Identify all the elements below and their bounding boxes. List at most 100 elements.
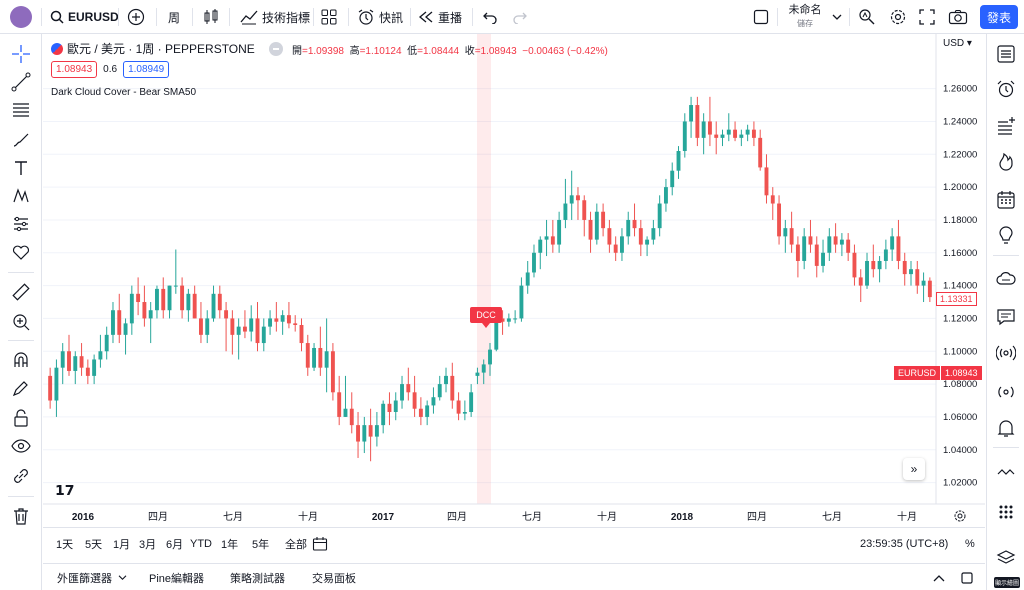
sell-button[interactable]: 1.08943: [51, 61, 98, 78]
candle: [98, 334, 103, 368]
user-avatar[interactable]: [10, 6, 32, 28]
symbol-search[interactable]: EURUSD: [50, 0, 119, 34]
tab-trading-panel[interactable]: 交易面板: [312, 564, 356, 590]
layout-menu-button[interactable]: [832, 0, 842, 34]
pattern-tool[interactable]: [9, 184, 33, 208]
tab-strategy-tester[interactable]: 策略測試器: [230, 564, 285, 590]
goto-date-button[interactable]: [312, 528, 328, 560]
axis-settings-button[interactable]: [953, 509, 967, 523]
buy-button[interactable]: 1.08949: [123, 61, 170, 78]
range-button[interactable]: 1年: [221, 536, 238, 552]
delete-tool[interactable]: [9, 504, 33, 528]
prediction-tool[interactable]: [9, 212, 33, 236]
quick-search-button[interactable]: [858, 0, 876, 34]
chats-button[interactable]: [994, 267, 1018, 291]
settings-button[interactable]: [889, 0, 907, 34]
symbol-legend[interactable]: 歐元 / 美元 · 1周 · PEPPERSTONE: [51, 40, 283, 57]
indicators-button[interactable]: 技術指標: [240, 0, 310, 34]
candle-body: [67, 351, 71, 371]
candle: [129, 285, 134, 335]
collapse-panel-button[interactable]: [933, 564, 945, 590]
candle: [532, 244, 536, 278]
object-tree-button[interactable]: [994, 114, 1018, 138]
watchlist-button[interactable]: [994, 42, 1018, 66]
redo-button[interactable]: [512, 0, 528, 34]
candle: [670, 162, 675, 196]
calendar-button[interactable]: [994, 188, 1018, 212]
apps-button[interactable]: [994, 500, 1018, 524]
interval-button[interactable]: 周: [168, 0, 180, 34]
crosshair-tool[interactable]: [9, 42, 33, 66]
tradingview-logo[interactable]: 𝟭𝟳: [55, 482, 74, 499]
trendline-tool[interactable]: [9, 70, 33, 94]
notifications-button[interactable]: [994, 416, 1018, 440]
snapshot-button[interactable]: [948, 0, 968, 34]
legend-collapse-button[interactable]: [268, 41, 283, 56]
fullscreen-button[interactable]: [919, 0, 935, 34]
candle-body: [506, 318, 511, 322]
publish-button[interactable]: 發表: [980, 5, 1018, 29]
range-button[interactable]: 1天: [56, 536, 73, 552]
layout-name[interactable]: 未命名 儲存: [785, 5, 825, 29]
candle-body: [927, 280, 932, 298]
symbol-tag: EURUSD: [894, 366, 941, 380]
price-chart[interactable]: 1.26000 1.24000 1.22000 1.20000 1.18000 1.160…: [43, 34, 985, 527]
layers-button[interactable]: [994, 546, 1018, 570]
lock-tool[interactable]: [9, 406, 33, 430]
measure-tool[interactable]: [9, 280, 33, 304]
range-button[interactable]: 5年: [252, 536, 269, 552]
range-button[interactable]: 6月: [166, 536, 183, 552]
candle: [211, 285, 216, 322]
brush-tool[interactable]: [9, 128, 33, 152]
ideas-button[interactable]: [994, 224, 1018, 248]
hotlists-button[interactable]: [994, 150, 1018, 174]
clock-display[interactable]: 23:59:35 (UTC+8): [860, 528, 948, 560]
chart-type-button[interactable]: [203, 0, 219, 34]
templates-button[interactable]: [321, 0, 337, 34]
maximize-panel-button[interactable]: [961, 564, 973, 590]
range-button[interactable]: YTD: [190, 538, 212, 550]
streams-button[interactable]: [994, 341, 1018, 365]
candle: [456, 392, 461, 421]
range-button[interactable]: 5天: [85, 536, 102, 552]
magnet-tool[interactable]: [9, 348, 33, 372]
link-tool[interactable]: [9, 464, 33, 488]
currency-label: USD: [943, 38, 965, 49]
tab-pine-editor[interactable]: Pine編輯器: [149, 564, 204, 590]
candle: [770, 187, 775, 220]
replay-button[interactable]: 重播: [418, 0, 462, 34]
dcc-marker[interactable]: DCC: [470, 307, 502, 328]
study-legend[interactable]: Dark Cloud Cover - Bear SMA50: [51, 87, 196, 98]
messages-button[interactable]: [994, 305, 1018, 329]
range-button[interactable]: 3月: [139, 536, 156, 552]
candle-body: [921, 280, 926, 286]
zoom-in-tool[interactable]: [9, 310, 33, 334]
range-button[interactable]: 全部: [285, 536, 307, 552]
separator: [777, 8, 778, 26]
currency-selector[interactable]: USD ▾: [943, 38, 972, 49]
range-button[interactable]: 1月: [113, 536, 130, 552]
percent-toggle[interactable]: %: [965, 528, 975, 560]
candle-body: [488, 349, 492, 365]
compare-button[interactable]: [127, 0, 145, 34]
layout-toggle[interactable]: [753, 0, 769, 34]
alert-button[interactable]: 快訊: [357, 0, 403, 34]
visibility-tool[interactable]: [9, 434, 33, 458]
time-tick-label: 十月: [897, 510, 917, 523]
undo-button[interactable]: [482, 0, 498, 34]
alerts-button[interactable]: [994, 77, 1018, 101]
candle: [381, 400, 386, 434]
zoom-search-icon: [859, 9, 875, 25]
chart-pane[interactable]: 1.26000 1.24000 1.22000 1.20000 1.18000 1.160…: [43, 34, 985, 527]
fib-tool[interactable]: [9, 98, 33, 122]
tab-forex-screener[interactable]: 外匯篩選器: [57, 564, 127, 590]
trading-button[interactable]: [994, 460, 1018, 484]
keep-drawing-tool[interactable]: [9, 376, 33, 400]
scroll-to-realtime-button[interactable]: »: [903, 458, 925, 480]
signals-button[interactable]: [994, 380, 1018, 404]
candle: [588, 211, 593, 253]
candle: [620, 228, 624, 261]
text-tool[interactable]: [9, 156, 33, 180]
time-tick-label: 十月: [298, 510, 318, 523]
icon-tool[interactable]: [9, 240, 33, 264]
